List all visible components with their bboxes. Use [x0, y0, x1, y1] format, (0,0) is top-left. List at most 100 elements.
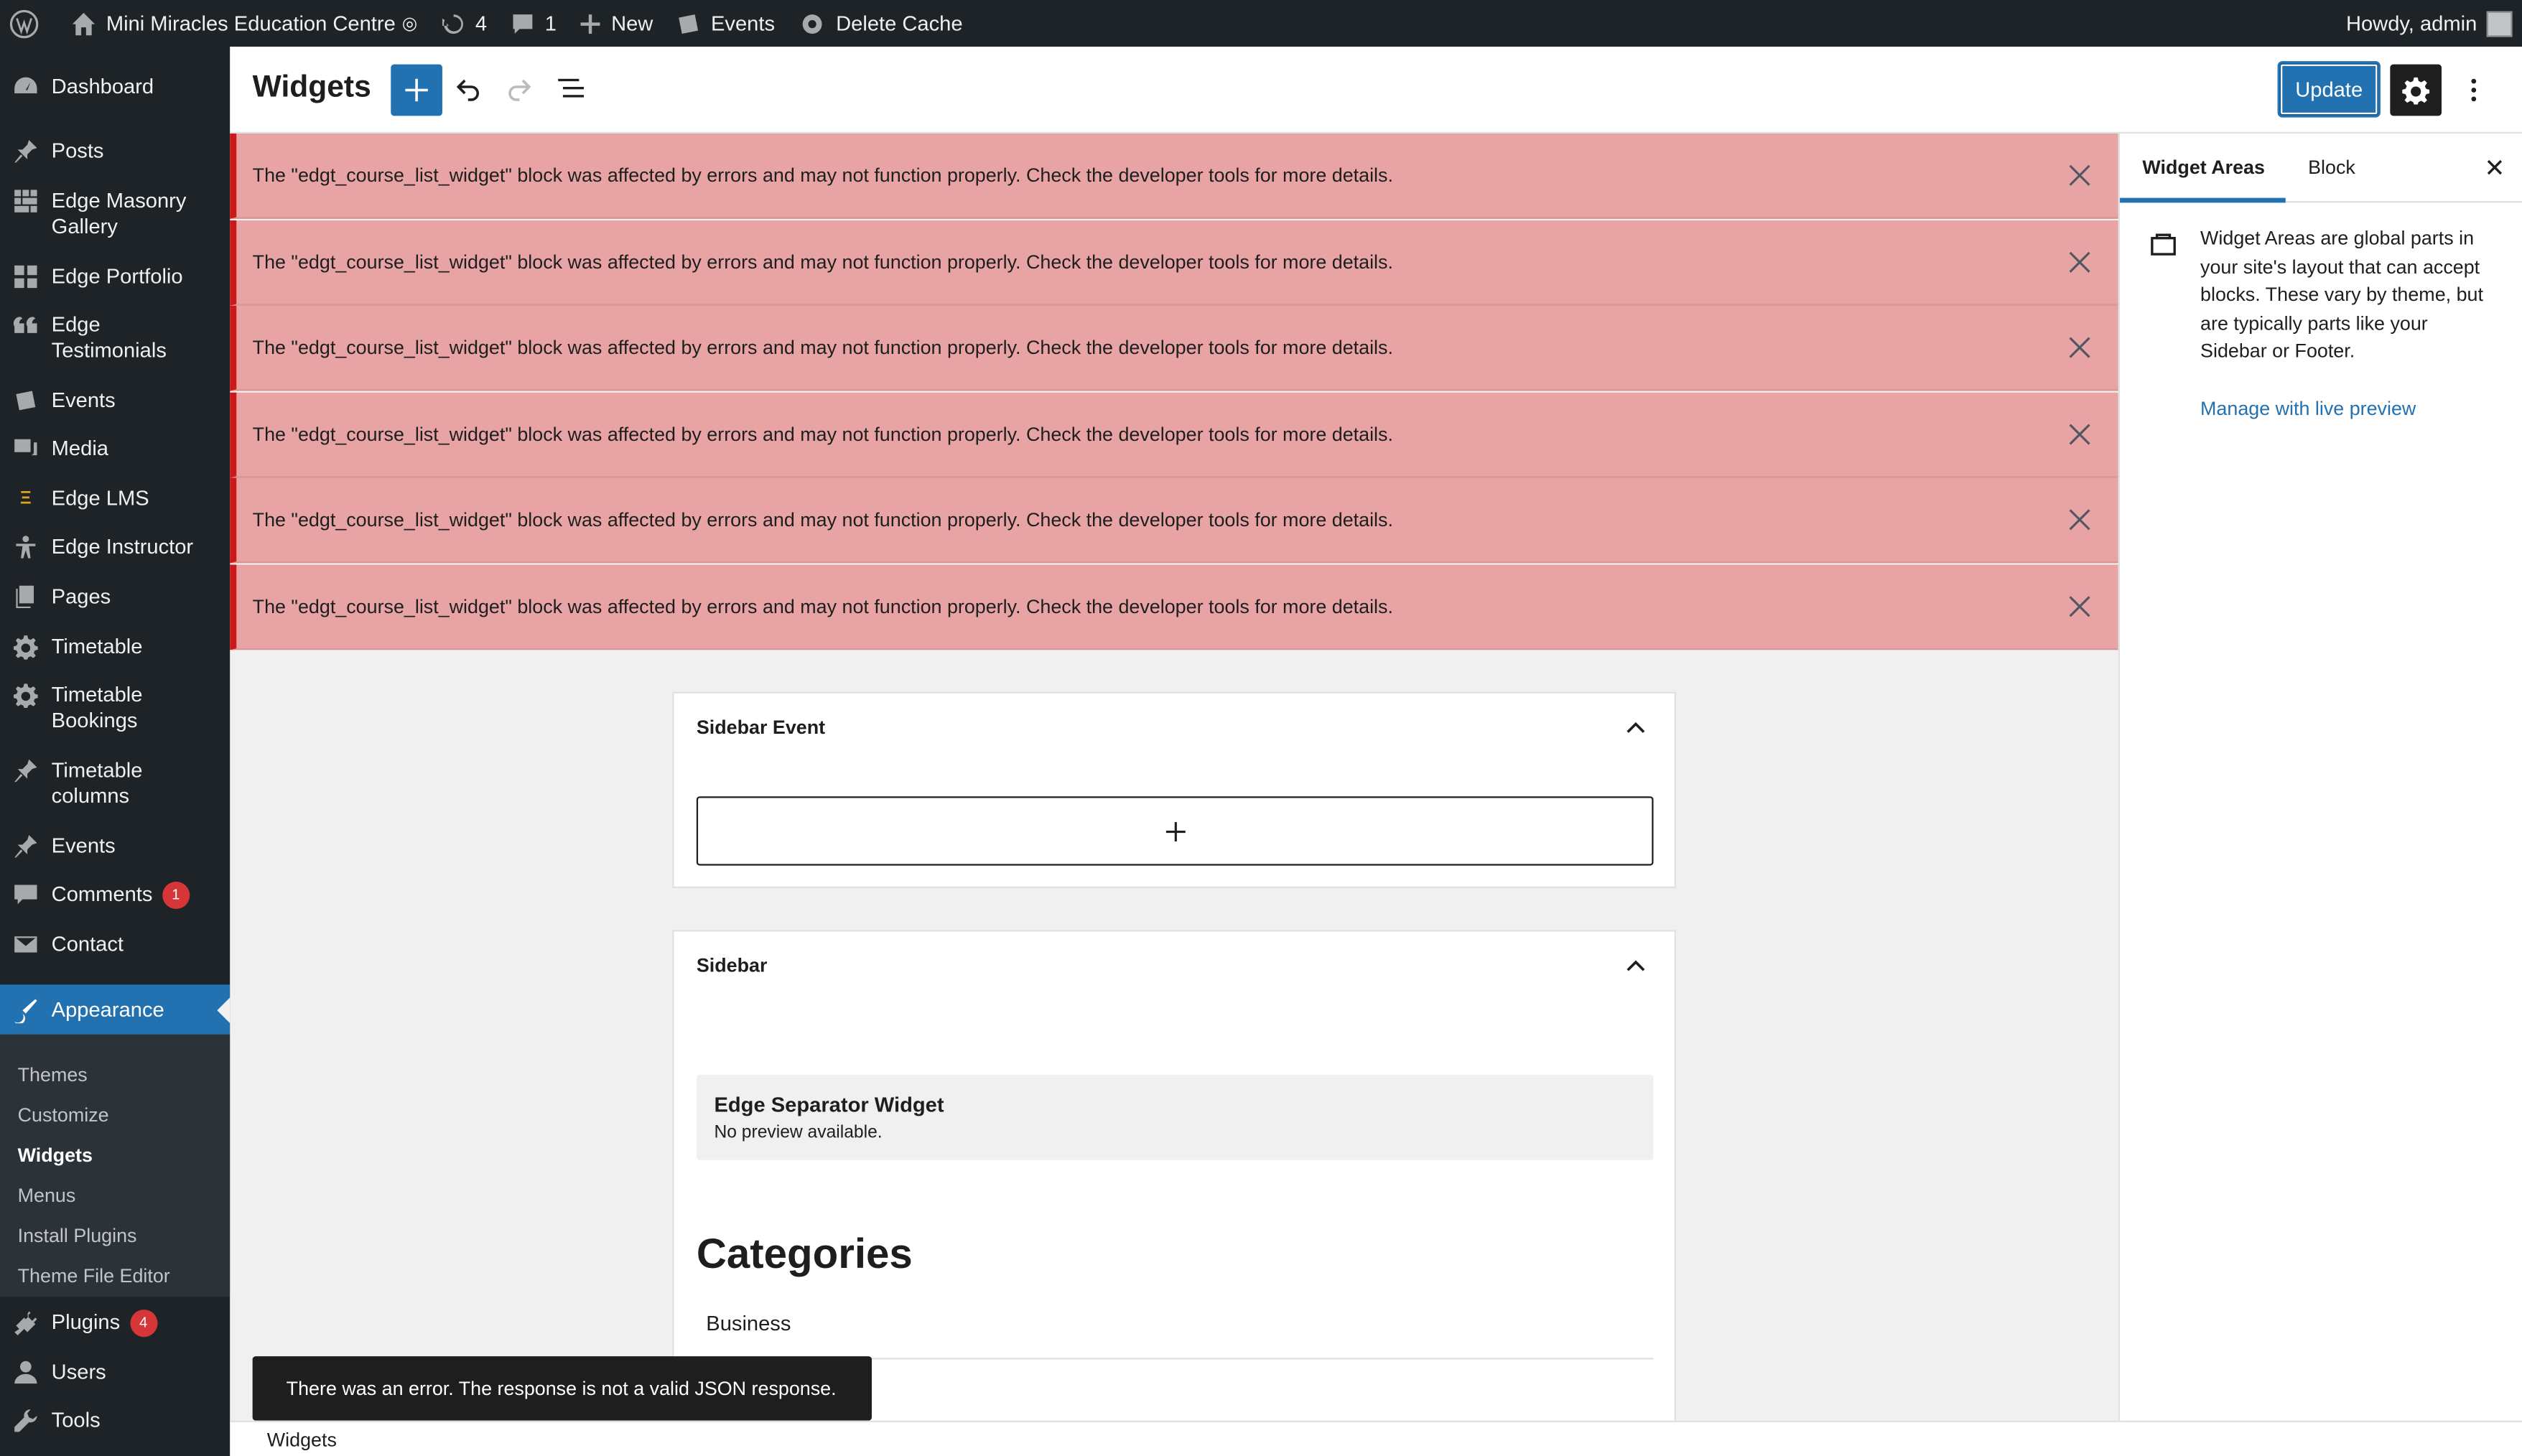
submenu-theme-file-editor[interactable]: Theme File Editor — [18, 1264, 170, 1287]
category-link[interactable]: Business — [706, 1311, 791, 1335]
plugins-badge: 4 — [129, 1310, 157, 1338]
menu-label: Plugins 4 — [51, 1310, 213, 1338]
close-icon — [2069, 164, 2090, 186]
menu-testimonials[interactable]: Edge Testimonials — [0, 312, 230, 364]
site-name-link[interactable]: Mini Miracles Education Centre ◎ — [60, 0, 429, 47]
menu-events[interactable]: Events — [0, 388, 230, 414]
collapse-area-button[interactable] — [1623, 714, 1649, 740]
visibility-icon: ◎ — [401, 14, 418, 34]
menu-label: Users — [51, 1359, 106, 1384]
menu-posts[interactable]: Posts — [0, 139, 230, 164]
comments-link[interactable]: 1 — [498, 0, 568, 47]
quote-icon — [13, 312, 39, 338]
submenu-themes[interactable]: Themes — [18, 1063, 88, 1086]
menu-contact[interactable]: Contact — [0, 931, 230, 957]
home-icon — [72, 11, 96, 35]
block-inserter-button[interactable] — [391, 64, 442, 116]
chevron-up-icon — [1627, 722, 1645, 733]
menu-users[interactable]: Users — [0, 1360, 230, 1386]
update-button[interactable]: Update — [2277, 61, 2381, 118]
menu-label: Dashboard — [51, 74, 154, 98]
dismiss-notice-button[interactable] — [2060, 500, 2099, 539]
comments-label: Comments — [51, 882, 153, 906]
menu-events-2[interactable]: Events — [0, 834, 230, 859]
menu-label: Appearance — [51, 997, 164, 1022]
notice-text: The "edgt_course_list_widget" block was … — [252, 336, 1393, 359]
manage-live-preview-link[interactable]: Manage with live preview — [2200, 398, 2416, 420]
pages-icon — [13, 584, 39, 610]
menu-comments[interactable]: Comments 1 — [0, 882, 230, 910]
breadcrumb[interactable]: Widgets — [267, 1429, 337, 1451]
chevron-up-icon — [1627, 960, 1645, 971]
dismiss-notice-button[interactable] — [2060, 587, 2099, 625]
new-content-link[interactable]: New — [568, 0, 664, 47]
wrench-icon — [13, 1408, 39, 1434]
more-vertical-icon — [2471, 78, 2477, 102]
submenu-customize[interactable]: Customize — [18, 1103, 109, 1126]
redo-button[interactable] — [501, 69, 539, 108]
menu-masonry-gallery[interactable]: Edge Masonry Gallery — [0, 188, 230, 240]
comment-icon — [512, 14, 532, 33]
tab-block[interactable]: Block — [2308, 156, 2355, 178]
dismiss-notice-button[interactable] — [2060, 328, 2099, 367]
events-link[interactable]: Events — [664, 0, 786, 47]
comment-icon — [13, 882, 39, 907]
updates-link[interactable]: 4 — [429, 0, 498, 47]
menu-timetable-columns[interactable]: Timetable columns — [0, 757, 230, 809]
close-icon — [2487, 159, 2503, 175]
list-view-button[interactable] — [552, 69, 590, 108]
notice-text: The "edgt_course_list_widget" block was … — [252, 250, 1393, 273]
menu-timetable-bookings[interactable]: Timetable Bookings — [0, 682, 230, 734]
dismiss-notice-button[interactable] — [2060, 242, 2099, 281]
portfolio-icon — [13, 264, 39, 290]
close-icon — [2069, 423, 2090, 444]
menu-label: Posts — [51, 138, 104, 163]
menu-timetable[interactable]: Timetable — [0, 634, 230, 660]
notice-text: The "edgt_course_list_widget" block was … — [252, 594, 1393, 617]
menu-label: Pages — [51, 584, 111, 609]
submenu-menus[interactable]: Menus — [18, 1184, 76, 1206]
menu-portfolio[interactable]: Edge Portfolio — [0, 264, 230, 290]
submenu-install-plugins[interactable]: Install Plugins — [18, 1224, 137, 1246]
settings-button[interactable] — [2390, 64, 2442, 116]
error-notice: The "edgt_course_list_widget" block was … — [230, 477, 2118, 564]
categories-heading[interactable]: Categories — [697, 1229, 913, 1279]
menu-label: Tools — [51, 1407, 101, 1432]
widget-area-title[interactable]: Sidebar — [697, 954, 768, 976]
error-snackbar[interactable]: There was an error. The response is not … — [252, 1356, 872, 1421]
menu-edge-instructor[interactable]: Edge Instructor — [0, 534, 230, 560]
lms-icon: Ξ — [19, 489, 32, 509]
dismiss-notice-button[interactable] — [2060, 156, 2099, 195]
menu-label: Events — [51, 388, 116, 412]
error-notice: The "edgt_course_list_widget" block was … — [230, 219, 2118, 305]
tab-widget-areas[interactable]: Widget Areas — [2142, 156, 2265, 178]
collapse-area-button[interactable] — [1623, 953, 1649, 979]
menu-label: Timetable columns — [51, 757, 143, 808]
error-notice: The "edgt_course_list_widget" block was … — [230, 133, 2118, 219]
active-tab-indicator — [2120, 197, 2286, 203]
menu-tools[interactable]: Tools — [0, 1408, 230, 1434]
legacy-widget-block[interactable]: Edge Separator Widget No preview availab… — [696, 1074, 1654, 1160]
dismiss-notice-button[interactable] — [2060, 414, 2099, 453]
plugins-label: Plugins — [51, 1310, 121, 1334]
wp-logo-button[interactable] — [0, 0, 60, 47]
menu-edge-lms[interactable]: Ξ Edge LMS — [0, 486, 230, 512]
menu-label: Comments 1 — [51, 882, 213, 910]
widget-area-sidebar-event: Sidebar Event — [672, 691, 1676, 888]
submenu-widgets[interactable]: Widgets — [18, 1144, 93, 1166]
options-button[interactable] — [2454, 65, 2493, 116]
close-sidebar-button[interactable] — [2480, 153, 2509, 182]
widget-area-title[interactable]: Sidebar Event — [697, 716, 825, 738]
menu-plugins[interactable]: Plugins 4 — [0, 1310, 230, 1338]
menu-appearance[interactable]: Appearance — [0, 984, 231, 1035]
undo-button[interactable] — [449, 69, 488, 108]
delete-cache-link[interactable]: Delete Cache — [786, 0, 974, 47]
my-account[interactable]: Howdy, admin — [2346, 0, 2513, 47]
menu-dashboard[interactable]: Dashboard — [0, 74, 230, 100]
block-appender-button[interactable] — [696, 796, 1654, 866]
admin-bar: Mini Miracles Education Centre ◎ 4 1 New… — [0, 0, 2522, 47]
menu-pages[interactable]: Pages — [0, 584, 230, 610]
gear-icon — [13, 682, 39, 708]
menu-media[interactable]: Media — [0, 436, 230, 462]
sidebar-tabs: Widget Areas Block — [2120, 134, 2522, 203]
